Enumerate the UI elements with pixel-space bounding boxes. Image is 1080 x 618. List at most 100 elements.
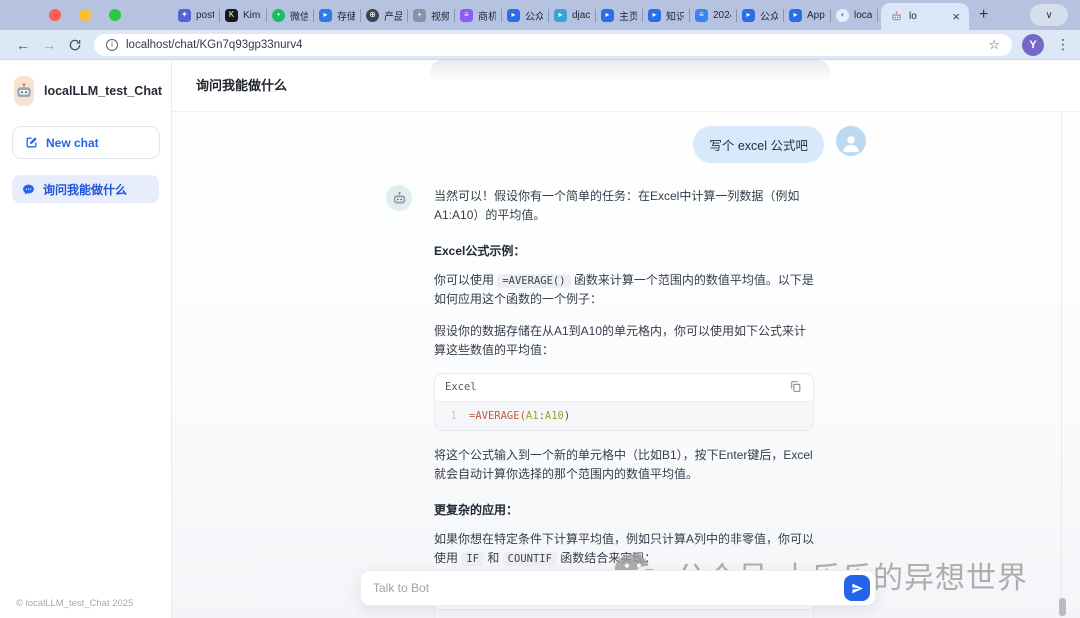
tab-separator [266, 9, 267, 22]
tab-favicon-icon: ≡ [695, 9, 708, 22]
scrollbar-thumb[interactable] [1059, 598, 1066, 616]
sidebar-chat-item-label: 询问我能做什么 [43, 181, 127, 198]
browser-tab[interactable]: KKimi.a [223, 0, 263, 30]
browser-tab[interactable]: •微信表 [270, 0, 310, 30]
tab-favicon-icon [890, 10, 903, 23]
address-bar[interactable]: i localhost/chat/KGn7q93gp33nurv4 ☆ [94, 34, 1012, 56]
tab-label: lo [909, 11, 946, 22]
composer-input[interactable] [373, 581, 836, 595]
inline-code: IF [461, 552, 484, 566]
reload-button[interactable] [62, 32, 88, 58]
close-tab-icon[interactable]: × [952, 9, 960, 24]
chat-scroll-area[interactable]: 写个 excel 公式吧 当然可以！假设你有一个简单的任务：在Excel中计算一… [172, 112, 1080, 618]
browser-menu-icon[interactable]: ⋮ [1056, 36, 1070, 53]
copy-code-button[interactable] [788, 380, 803, 395]
tab-favicon-icon: • [272, 9, 285, 22]
code-block-body: 1=AVERAGE(IF(A1:A10<>0, A1:A10)) [435, 609, 813, 618]
tab-favicon-icon: ⊕ [366, 9, 379, 22]
browser-tab[interactable]: +视频制 [411, 0, 451, 30]
browser-tab[interactable]: lo × [881, 3, 969, 30]
inline-code: =AVERAGE() [497, 274, 570, 288]
app-logo-row: localLLM_test_Chat [0, 60, 171, 118]
scrollbar-track [1061, 60, 1062, 618]
tab-favicon-icon: ▸ [789, 9, 802, 22]
tab-search-button[interactable]: ∨ [1030, 4, 1068, 26]
tab-favicon-icon: ◗ [836, 9, 849, 22]
tab-label: djacd [572, 10, 590, 21]
sidebar-chat-item[interactable]: 询问我能做什么 [12, 175, 159, 203]
edit-icon [25, 136, 38, 149]
tab-strip: ✦posteKKimi.a•微信表▸存储管⊕产品规+视频制≡商机进▸公众号▸dj… [0, 0, 1080, 30]
assistant-message-row: 当然可以！假设你有一个简单的任务：在Excel中计算一列数据（例如A1:A10）… [386, 185, 866, 618]
tab-list: ✦posteKKimi.a•微信表▸存储管⊕产品规+视频制≡商机进▸公众号▸dj… [176, 0, 969, 30]
message-paragraph: 假设你的数据存储在从A1到A10的单元格内，你可以使用如下公式来计算这些数值的平… [434, 322, 814, 360]
tab-separator [501, 9, 502, 22]
tab-separator [689, 9, 690, 22]
bookmark-star-icon[interactable]: ☆ [988, 37, 1000, 53]
tab-separator [548, 9, 549, 22]
site-info-icon[interactable]: i [106, 39, 118, 51]
tab-label: 公众号 [760, 8, 778, 23]
chat-bubble-icon [22, 183, 35, 196]
code-language-label: Excel [445, 381, 477, 393]
tab-favicon-icon: K [225, 9, 238, 22]
browser-tab[interactable]: ≡ 商机进 [458, 0, 498, 30]
new-tab-button[interactable]: + [979, 6, 988, 24]
assistant-avatar [386, 185, 412, 211]
code-line: =AVERAGE(A1:A10) [469, 410, 570, 422]
send-button[interactable] [844, 575, 870, 601]
user-avatar [836, 126, 866, 156]
browser-tab[interactable]: ▸知识库 [646, 0, 686, 30]
browser-tab[interactable]: ✦poste [176, 0, 216, 30]
close-window-button[interactable] [49, 9, 61, 21]
tab-separator [830, 9, 831, 22]
send-icon [851, 582, 864, 595]
app-title: localLLM_test_Chat [44, 84, 162, 98]
code-token: ) [564, 410, 570, 422]
browser-tab[interactable]: ▸ 公众号 [740, 0, 780, 30]
tab-favicon-icon: ▸ [742, 9, 755, 22]
scrolled-message-ghost [430, 60, 830, 84]
browser-tab[interactable]: ≡ 2024 [693, 0, 733, 30]
tab-separator [454, 9, 455, 22]
browser-tab[interactable]: ▸AppLi [787, 0, 827, 30]
back-button[interactable]: ← [10, 32, 36, 58]
browser-tab[interactable]: ◗localL [834, 0, 874, 30]
text-run: 将这个公式输入到一个新的单元格中（比如B1），按下Enter键后，Excel就会… [434, 448, 813, 481]
new-chat-label: New chat [46, 136, 99, 150]
tab-favicon-icon: ▸ [507, 9, 520, 22]
composer [360, 570, 876, 606]
tab-label: 商机进 [478, 8, 496, 23]
browser-profile-avatar[interactable]: Y [1022, 34, 1044, 56]
tab-label: 产品规 [384, 8, 402, 23]
tab-separator [736, 9, 737, 22]
browser-tab[interactable]: ▸djacd [552, 0, 592, 30]
tab-separator [219, 9, 220, 22]
tab-label: 2024 [713, 10, 731, 21]
browser-tab[interactable]: ▸主页 - [599, 0, 639, 30]
minimize-window-button[interactable] [79, 9, 91, 21]
inline-code: COUNTIF [503, 552, 557, 566]
message-heading: 更复杂的应用： [434, 501, 814, 518]
chevron-down-icon: ∨ [1045, 10, 1052, 21]
forward-button[interactable]: → [36, 32, 62, 58]
tab-favicon-icon: ▸ [319, 9, 332, 22]
code-token: A1 [526, 410, 539, 422]
zoom-window-button[interactable] [109, 9, 121, 21]
new-chat-button[interactable]: New chat [12, 126, 160, 159]
message-paragraph: 你可以使用 =AVERAGE() 函数来计算一个范围内的数值平均值。以下是如何应… [434, 271, 814, 309]
tab-separator [407, 9, 408, 22]
browser-tab[interactable]: ▸ 存储管 [317, 0, 357, 30]
robot-icon [391, 190, 408, 207]
browser-tab[interactable]: ⊕ 产品规 [364, 0, 404, 30]
tab-label: 知识库 [666, 8, 684, 23]
tab-label: poste [196, 10, 214, 21]
tab-label: 存储管 [337, 8, 355, 23]
person-icon [840, 132, 862, 154]
code-token: A10 [545, 410, 564, 422]
tab-separator [642, 9, 643, 22]
browser-tab[interactable]: ▸公众号 [505, 0, 545, 30]
code-block: Excel1=AVERAGE(A1:A10) [434, 373, 814, 431]
tab-separator [595, 9, 596, 22]
tab-favicon-icon: ≡ [460, 9, 473, 22]
